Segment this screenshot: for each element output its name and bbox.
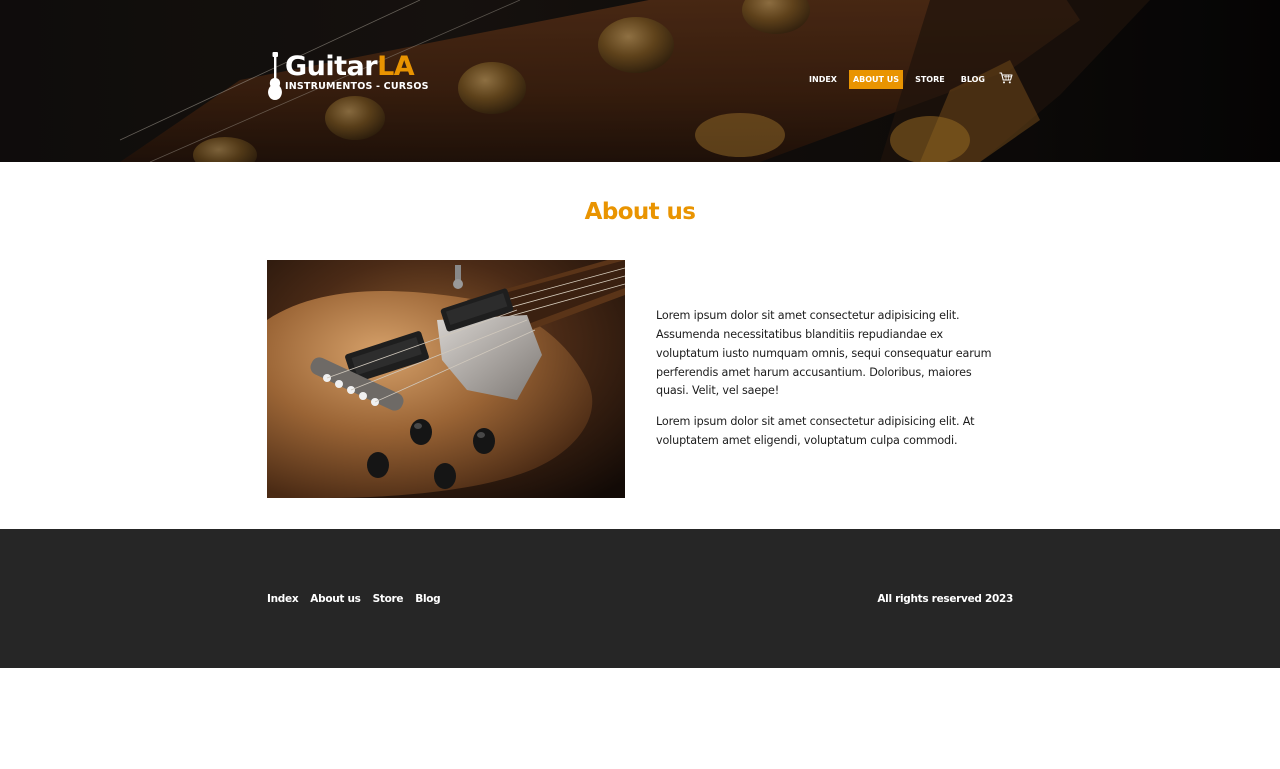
nav-link-blog[interactable]: BLOG <box>957 70 989 89</box>
footer-link-about-us[interactable]: About us <box>310 593 361 605</box>
copyright-text: All rights reserved 2023 <box>877 592 1013 605</box>
nav-link-store[interactable]: STORE <box>911 70 949 89</box>
about-text: Lorem ipsum dolor sit amet consectetur a… <box>656 260 996 498</box>
page-title: About us <box>584 199 696 225</box>
guitar-photo <box>267 260 625 498</box>
about-paragraph-2: Lorem ipsum dolor sit amet consectetur a… <box>656 415 975 447</box>
nav-link-about-us[interactable]: ABOUT US <box>848 70 904 89</box>
footer-link-blog[interactable]: Blog <box>415 593 440 605</box>
cart-icon[interactable] <box>999 71 1013 84</box>
about-paragraph-1: Lorem ipsum dolor sit amet consectetur a… <box>656 309 992 398</box>
main-nav: INDEX ABOUT US STORE BLOG <box>797 70 1013 89</box>
footer-nav: Index About us Store Blog <box>267 593 452 605</box>
site-logo[interactable]: GuitarLA INSTRUMENTOS - CURSOS <box>267 52 429 102</box>
site-footer: Index About us Store Blog All rights res… <box>0 529 1280 668</box>
guitar-icon <box>268 52 282 100</box>
footer-link-index[interactable]: Index <box>267 593 299 605</box>
about-section: Lorem ipsum dolor sit amet consectetur a… <box>267 260 1013 498</box>
nav-link-index[interactable]: INDEX <box>805 70 841 89</box>
main-content: About us Lorem ipsum dolor sit amet cons… <box>267 198 1013 498</box>
footer-link-store[interactable]: Store <box>373 593 404 605</box>
logo-subtitle: INSTRUMENTOS - CURSOS <box>285 80 429 92</box>
site-header: GuitarLA INSTRUMENTOS - CURSOS INDEX ABO… <box>0 0 1280 162</box>
logo-title: GuitarLA <box>285 51 415 82</box>
